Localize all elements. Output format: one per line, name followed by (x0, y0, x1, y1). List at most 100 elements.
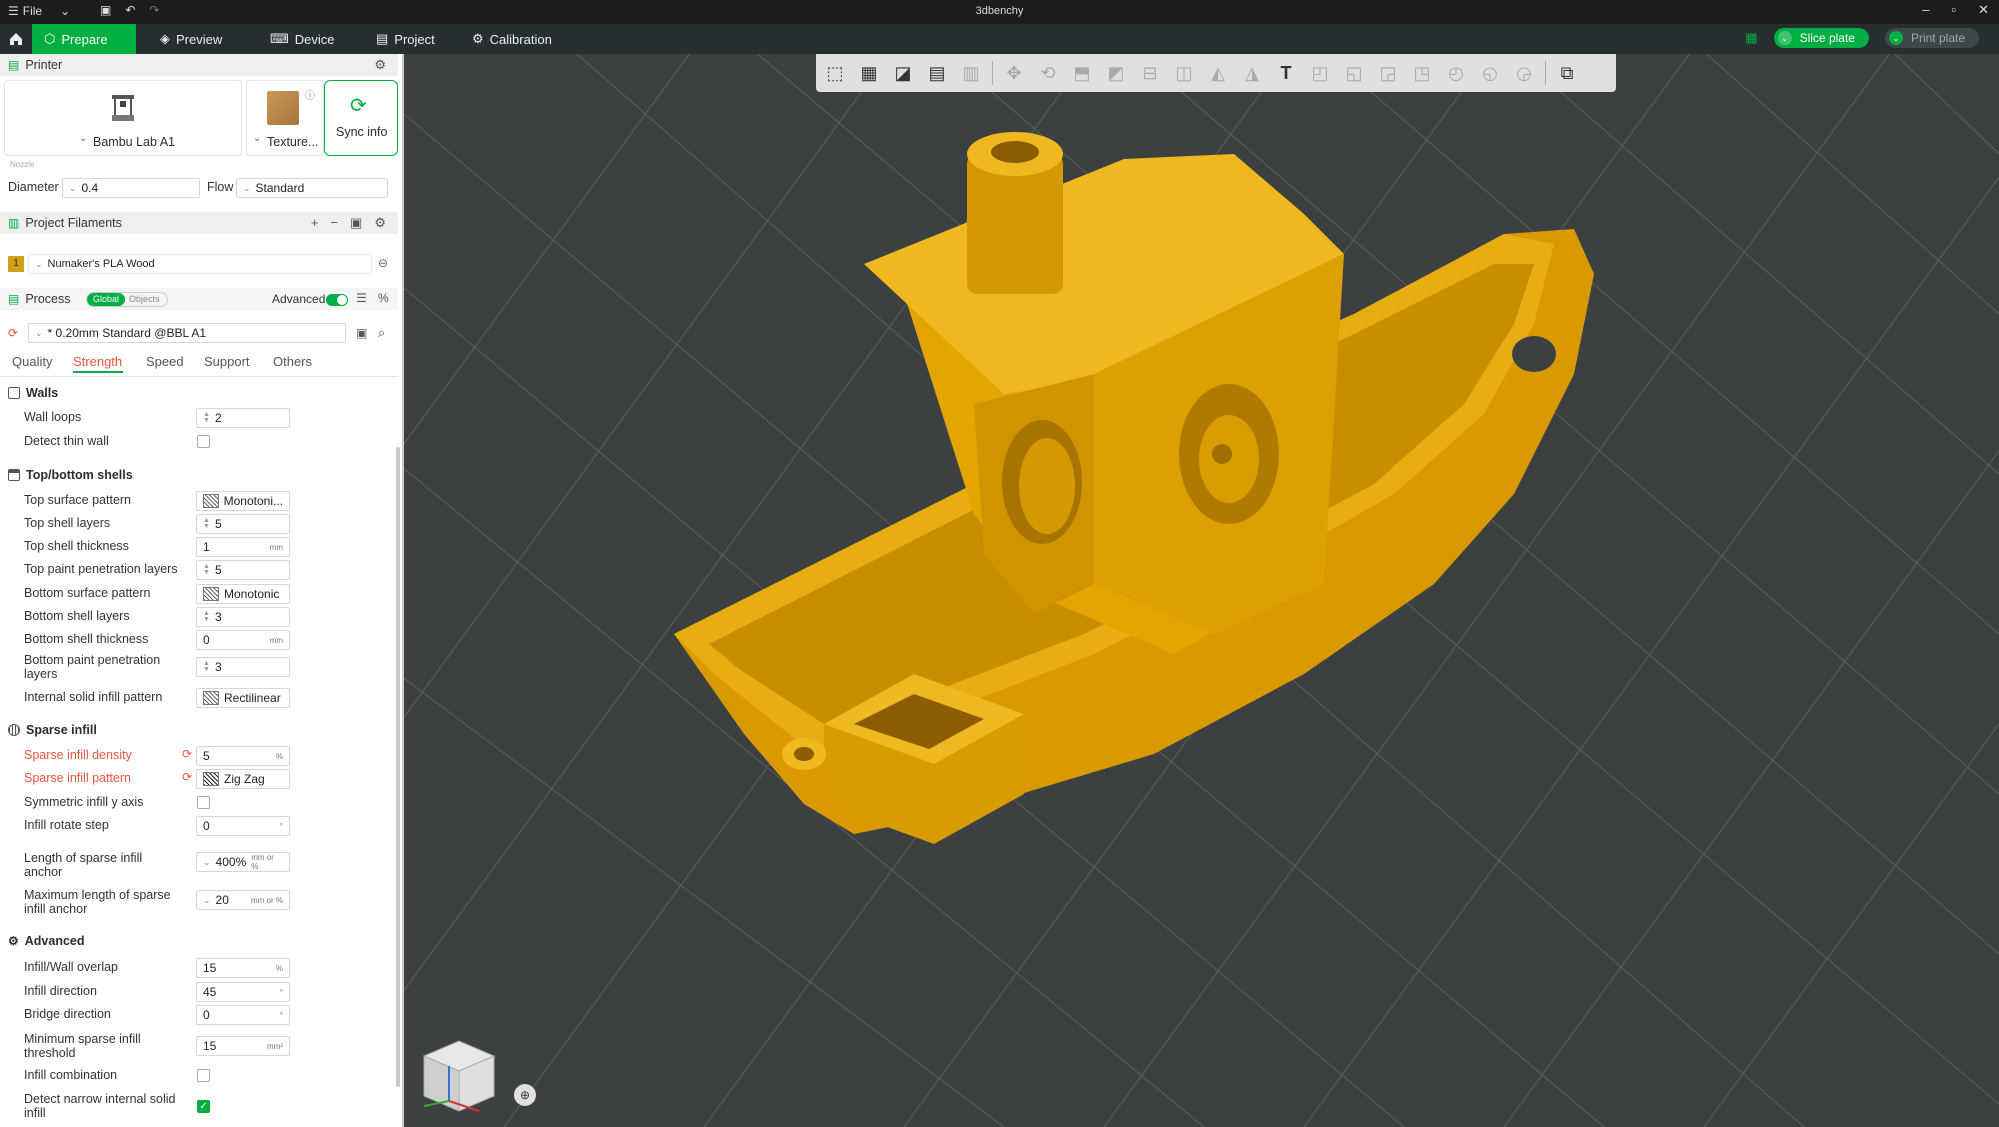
filament-color-swatch[interactable]: 1 (8, 256, 24, 272)
list-icon[interactable]: ☰ (356, 291, 367, 305)
detect-thin-wall-checkbox[interactable] (197, 435, 210, 448)
save-profile-icon[interactable]: ▣ (356, 326, 367, 340)
sidebar-scrollbar[interactable] (396, 447, 400, 1087)
chevron-down-icon[interactable]: ⌄ (79, 133, 87, 144)
text-icon[interactable]: T (1273, 60, 1299, 86)
plate-layout-icon[interactable]: ▤ (924, 60, 950, 86)
close-icon[interactable]: ✕ (1978, 2, 1989, 18)
spinner-icon[interactable]: ▲ ▼ (203, 411, 210, 424)
filament-select[interactable]: ⌄ Numaker's PLA Wood (28, 254, 372, 274)
cut-icon[interactable]: ⊟ (1137, 60, 1163, 86)
global-objects-toggle[interactable]: Global Objects (86, 292, 168, 307)
gear-icon[interactable]: ⚙ (374, 215, 386, 231)
view-assembly-icon[interactable]: ⧉ (1554, 60, 1580, 86)
split-icon[interactable]: ▥ (958, 60, 984, 86)
sparse-infill-pattern-select[interactable]: Zig Zag (196, 769, 290, 789)
tab-prepare[interactable]: ⬡ Prepare (32, 24, 136, 54)
minimize-icon[interactable]: – (1922, 2, 1929, 18)
infill-direction-input[interactable]: 45 ° (196, 982, 290, 1002)
fuzzy-skin-icon[interactable]: ◳ (1409, 60, 1435, 86)
scale-icon[interactable]: ⬒ (1069, 60, 1095, 86)
bottom-surface-pattern-select[interactable]: Monotonic (196, 584, 290, 604)
remove-icon[interactable]: − (330, 215, 338, 231)
reset-icon[interactable]: ⟳ (182, 747, 192, 761)
chevron-down-icon[interactable]: ⌄ (1888, 31, 1903, 45)
wall-loops-input[interactable]: ▲ ▼ 2 (196, 408, 290, 428)
measure-icon[interactable]: ◰ (1307, 60, 1333, 86)
sparse-infill-density-input[interactable]: 5 % (196, 746, 290, 766)
tab-others[interactable]: Others (273, 354, 312, 369)
reset-icon[interactable]: ⟳ (182, 770, 192, 784)
plate-card[interactable]: ⓘ ⌄ Texture... (246, 80, 324, 156)
assembly-icon[interactable]: ◵ (1477, 60, 1503, 86)
detect-narrow-infill-checkbox[interactable]: ✓ (197, 1100, 210, 1113)
orient-icon[interactable]: ◪ (890, 60, 916, 86)
top-surface-pattern-select[interactable]: Monotoni... (196, 491, 290, 511)
tab-quality[interactable]: Quality (12, 354, 52, 369)
tab-speed[interactable]: Speed (146, 354, 184, 369)
top-shell-thickness-input[interactable]: 1 mm (196, 537, 290, 557)
objects-toggle[interactable]: Objects (125, 293, 164, 306)
add-object-icon[interactable]: ⬚ (822, 60, 848, 86)
info-icon[interactable]: ⓘ (305, 87, 315, 102)
symmetric-infill-checkbox[interactable] (197, 796, 210, 809)
reset-icon[interactable]: ⟳ (8, 326, 18, 340)
3d-viewport[interactable]: ⬚ ▦ ◪ ▤ ▥ ✥ ⟲ ⬒ ◩ ⊟ ◫ ◭ ◮ T ◰ ◱ ◲ ◳ ◴ ◵ … (404, 54, 1999, 1127)
min-sparse-threshold-input[interactable]: 15 mm² (196, 1036, 290, 1056)
flow-select[interactable]: ⌄ Standard (236, 178, 388, 198)
home-button[interactable] (0, 24, 32, 54)
tab-support[interactable]: Support (204, 354, 250, 369)
slice-plate-button[interactable]: ⌄ Slice plate (1773, 28, 1869, 48)
top-shell-layers-input[interactable]: ▲ ▼ 5 (196, 514, 290, 534)
bottom-shell-layers-input[interactable]: ▲ ▼ 3 (196, 607, 290, 627)
tab-strength[interactable]: Strength (73, 354, 122, 369)
infill-wall-overlap-input[interactable]: 15 % (196, 958, 290, 978)
percent-icon[interactable]: % (378, 291, 389, 305)
internal-solid-pattern-select[interactable]: Rectilinear (196, 688, 290, 708)
top-paint-penetration-input[interactable]: ▲ ▼ 5 (196, 560, 290, 580)
infill-combination-checkbox[interactable] (197, 1069, 210, 1082)
filament-settings-icon[interactable]: ⊖ (378, 256, 388, 270)
process-profile-select[interactable]: ⌄ * 0.20mm Standard @BBL A1 (28, 323, 346, 343)
tab-preview[interactable]: ◈ Preview (148, 24, 234, 54)
view-cube[interactable] (414, 1026, 504, 1116)
benchy-model[interactable] (654, 114, 1654, 914)
add-icon[interactable]: + (311, 215, 319, 231)
max-sparse-anchor-select[interactable]: ⌄ 20 mm or % (196, 890, 290, 910)
search-icon[interactable]: ⌕ (378, 325, 385, 341)
sync-info-button[interactable]: ⟳ Sync info (324, 80, 398, 156)
tab-device[interactable]: ⌨ Device (258, 24, 347, 54)
bottom-paint-penetration-input[interactable]: ▲ ▼ 3 (196, 657, 290, 677)
tab-calibration[interactable]: ⚙ Calibration (460, 24, 564, 54)
global-toggle[interactable]: Global (87, 293, 126, 306)
lay-on-face-icon[interactable]: ◩ (1103, 60, 1129, 86)
reset-view-icon[interactable]: ⊕ (514, 1084, 536, 1106)
diameter-select[interactable]: ⌄ 0.4 (62, 178, 200, 198)
bottom-shell-thickness-input[interactable]: 0 mm (196, 630, 290, 650)
spinner-icon[interactable]: ▲ ▼ (203, 517, 210, 530)
plate-icon[interactable]: ▦ (1745, 30, 1757, 46)
boolean-icon[interactable]: ◱ (1341, 60, 1367, 86)
spinner-icon[interactable]: ▲ ▼ (203, 610, 210, 623)
print-plate-button[interactable]: ⌄ Print plate (1884, 28, 1979, 48)
simplify-icon[interactable]: ◲ (1375, 60, 1401, 86)
printer-card[interactable]: ⌄ Bambu Lab A1 (4, 80, 242, 156)
chevron-down-icon[interactable]: ⌄ (1777, 31, 1792, 45)
arrange-icon[interactable]: ▦ (856, 60, 882, 86)
color-paint-icon[interactable]: ◮ (1239, 60, 1265, 86)
sparse-anchor-select[interactable]: ⌄ 400% mm or % (196, 852, 290, 872)
chevron-down-icon[interactable]: ⌄ (253, 133, 261, 144)
spinner-icon[interactable]: ▲ ▼ (203, 660, 210, 673)
advanced-switch[interactable] (326, 294, 348, 306)
tab-project[interactable]: ▤ Project (364, 24, 447, 54)
emboss-icon[interactable]: ◶ (1511, 60, 1537, 86)
rotate-icon[interactable]: ⟲ (1035, 60, 1061, 86)
move-icon[interactable]: ✥ (1001, 60, 1027, 86)
edit-icon[interactable]: ▣ (350, 215, 362, 231)
support-paint-icon[interactable]: ◫ (1171, 60, 1197, 86)
bridge-direction-input[interactable]: 0 ° (196, 1005, 290, 1025)
maximize-icon[interactable]: ▫ (1951, 2, 1956, 18)
infill-rotate-step-input[interactable]: 0 ° (196, 816, 290, 836)
spinner-icon[interactable]: ▲ ▼ (203, 563, 210, 576)
gear-icon[interactable]: ⚙ (374, 57, 386, 73)
